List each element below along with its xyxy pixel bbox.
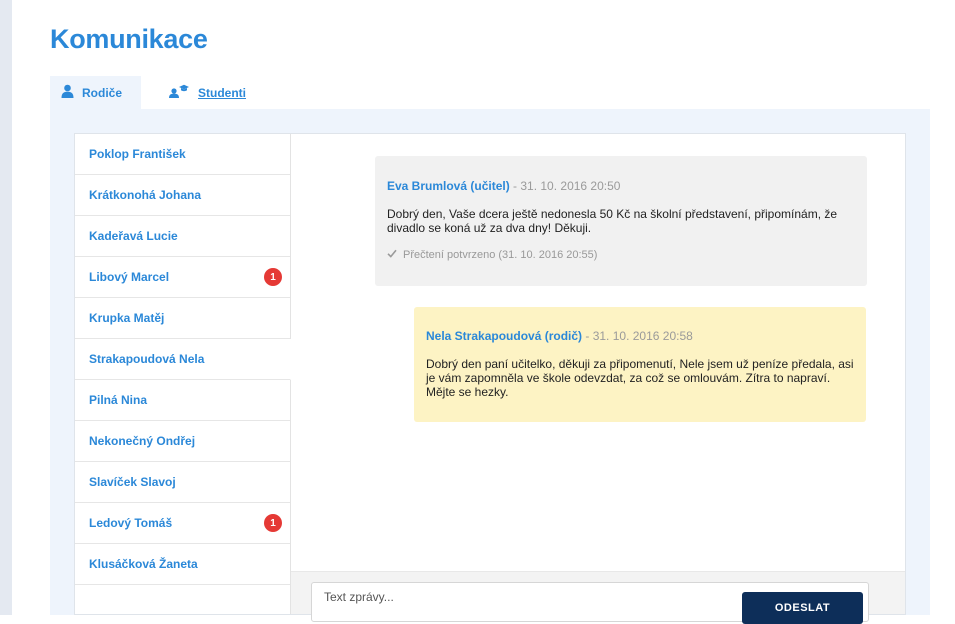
message-input[interactable]: [322, 589, 726, 605]
contact-name: Ledový Tomáš: [89, 516, 173, 530]
contact-item[interactable]: Krupka Matěj: [75, 298, 290, 339]
contact-name: Poklop František: [89, 147, 186, 161]
unread-badge: 1: [264, 514, 282, 532]
parent-icon: [61, 84, 74, 101]
read-receipt: Přečtení potvrzeno (31. 10. 2016 20:55): [387, 249, 855, 261]
contact-name: Krupka Matěj: [89, 311, 165, 325]
contact-name: Strakapoudová Nela: [89, 352, 205, 366]
tab-students[interactable]: Studenti: [168, 76, 246, 109]
contact-item[interactable]: Slavíček Slavoj: [75, 462, 290, 503]
contact-item[interactable]: Klusáčková Žaneta: [75, 544, 290, 585]
contact-item[interactable]: Libový Marcel 1: [75, 257, 290, 298]
message-bubble-teacher: Eva Brumlová (učitel) - 31. 10. 2016 20:…: [375, 156, 867, 286]
message-date: - 31. 10. 2016 20:50: [509, 179, 621, 193]
contact-name: Nekonečný Ondřej: [89, 434, 196, 448]
left-sidebar-strip: [0, 0, 12, 615]
message-author: Eva Brumlová (učitel): [387, 179, 510, 193]
messages-card: Poklop František Krátkonohá Johana Kadeř…: [74, 133, 906, 624]
message-author: Nela Strakapoudová (rodič): [426, 329, 583, 343]
contact-name: Kadeřavá Lucie: [89, 229, 178, 243]
check-icon: [387, 249, 397, 261]
contact-item[interactable]: Pilná Nina: [75, 380, 290, 421]
contact-name: Libový Marcel: [89, 270, 170, 284]
message-date: - 31. 10. 2016 20:58: [582, 329, 693, 343]
student-icon: [168, 84, 190, 101]
contact-name: Slavíček Slavoj: [89, 475, 176, 489]
contact-name: Krátkonohá Johana: [89, 188, 202, 202]
message-body: Dobrý den paní učitelko, děkuji za připo…: [426, 357, 854, 399]
tab-parents[interactable]: Rodiče: [50, 76, 141, 109]
message-header: Eva Brumlová (učitel) - 31. 10. 2016 20:…: [387, 179, 855, 193]
page-title: Komunikace: [50, 24, 208, 54]
contact-item[interactable]: Ledový Tomáš 1: [75, 503, 290, 544]
conversation-pane: Eva Brumlová (učitel) - 31. 10. 2016 20:…: [291, 134, 905, 624]
unread-badge: 1: [264, 268, 282, 286]
contact-item[interactable]: Nekonečný Ondřej: [75, 421, 290, 462]
contact-item[interactable]: Krátkonohá Johana: [75, 175, 290, 216]
message-bubble-parent: Nela Strakapoudová (rodič) - 31. 10. 201…: [414, 307, 866, 422]
message-composer: ODESLAT: [311, 582, 869, 624]
contact-item-active[interactable]: Strakapoudová Nela: [75, 339, 291, 380]
tab-parents-label: Rodiče: [82, 85, 123, 100]
communication-panel: Poklop František Krátkonohá Johana Kadeř…: [50, 109, 930, 624]
contact-name: Klusáčková Žaneta: [89, 557, 198, 571]
message-header: Nela Strakapoudová (rodič) - 31. 10. 201…: [426, 329, 854, 343]
read-receipt-text: Přečtení potvrzeno (31. 10. 2016 20:55): [403, 249, 598, 261]
composer-area: ODESLAT: [291, 571, 905, 624]
contact-item[interactable]: Poklop František: [75, 134, 290, 175]
contact-item[interactable]: Kadeřavá Lucie: [75, 216, 290, 257]
contact-list: Poklop František Krátkonohá Johana Kadeř…: [75, 134, 291, 614]
message-body: Dobrý den, Vaše dcera ještě nedonesla 50…: [387, 207, 838, 235]
tab-students-label: Studenti: [198, 85, 246, 100]
send-button[interactable]: ODESLAT: [742, 592, 863, 624]
contact-name: Pilná Nina: [89, 393, 148, 407]
